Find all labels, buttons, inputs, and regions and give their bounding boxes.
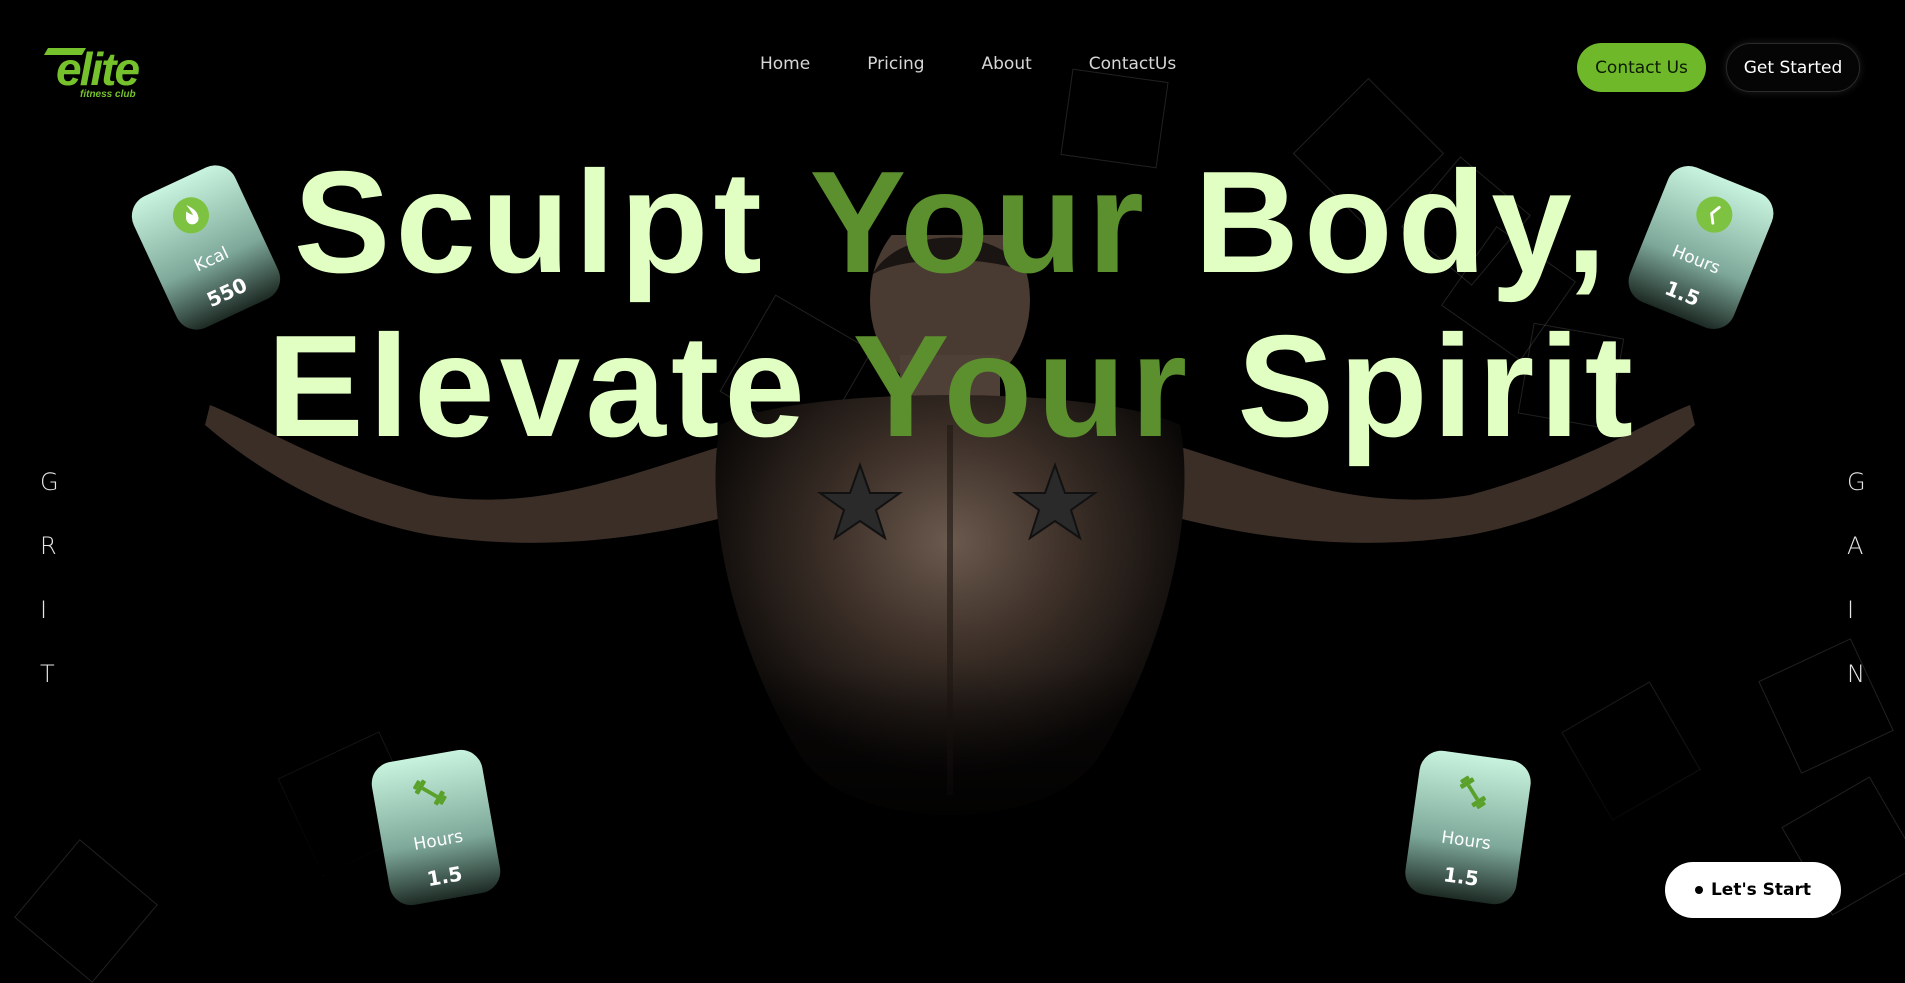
main-nav: Home Pricing About ContactUs bbox=[760, 54, 1176, 74]
side-letter: G bbox=[1847, 468, 1866, 496]
side-letter: T bbox=[40, 660, 55, 688]
stat-value: 1.5 bbox=[1661, 275, 1704, 312]
clock-icon bbox=[1696, 196, 1733, 233]
logo-tagline: fitness club bbox=[80, 89, 136, 100]
stat-label: Kcal bbox=[191, 243, 233, 277]
side-letter: G bbox=[40, 468, 59, 496]
side-letter: R bbox=[40, 532, 57, 560]
side-word-gain: G A I N bbox=[1847, 470, 1866, 686]
stat-card-workout: Hours 1.5 bbox=[1402, 747, 1534, 908]
side-letter: A bbox=[1847, 532, 1864, 560]
hero-line1-accent: Your bbox=[809, 141, 1149, 303]
hero-line1-part2: Body, bbox=[1148, 141, 1612, 303]
lets-start-label: Let's Start bbox=[1710, 880, 1812, 900]
side-letter: I bbox=[40, 596, 48, 624]
nav-about[interactable]: About bbox=[982, 54, 1032, 74]
side-letter: N bbox=[1847, 660, 1865, 688]
get-started-button[interactable]: Get Started bbox=[1726, 43, 1860, 92]
decor-square bbox=[1758, 638, 1894, 774]
side-word-grit: G R I T bbox=[40, 470, 59, 686]
hero-line2-accent: Your bbox=[852, 305, 1193, 467]
dumbbell-icon bbox=[412, 779, 447, 806]
hero-line2-part1: Elevate bbox=[267, 305, 853, 467]
hero-line1-part1: Sculpt bbox=[293, 141, 810, 303]
bullet-icon bbox=[1694, 886, 1703, 894]
stat-value: 1.5 bbox=[425, 861, 465, 892]
dumbbell-icon bbox=[1459, 775, 1487, 810]
brand-logo[interactable]: elite fitness club bbox=[42, 42, 177, 102]
stat-label: Hours bbox=[1440, 827, 1493, 855]
nav-pricing[interactable]: Pricing bbox=[867, 54, 924, 74]
stat-label: Hours bbox=[1669, 241, 1723, 279]
nav-contactus[interactable]: ContactUs bbox=[1089, 54, 1176, 74]
flame-icon bbox=[172, 197, 210, 234]
stat-value: 550 bbox=[202, 272, 251, 313]
hero-line2-part2: Spirit bbox=[1192, 305, 1638, 467]
lets-start-button[interactable]: Let's Start bbox=[1665, 862, 1841, 918]
stat-value: 1.5 bbox=[1441, 862, 1481, 891]
contact-us-button[interactable]: Contact Us bbox=[1577, 43, 1706, 92]
hero-headline-line2: Elevate Your Spirit bbox=[0, 306, 1905, 466]
side-letter: I bbox=[1847, 596, 1855, 624]
nav-home[interactable]: Home bbox=[760, 54, 810, 74]
decor-square bbox=[14, 839, 158, 983]
hero-headline-line1: Sculpt Your Body, bbox=[0, 142, 1905, 302]
stat-label: Hours bbox=[412, 826, 465, 855]
logo-wordmark: elite bbox=[56, 43, 140, 95]
